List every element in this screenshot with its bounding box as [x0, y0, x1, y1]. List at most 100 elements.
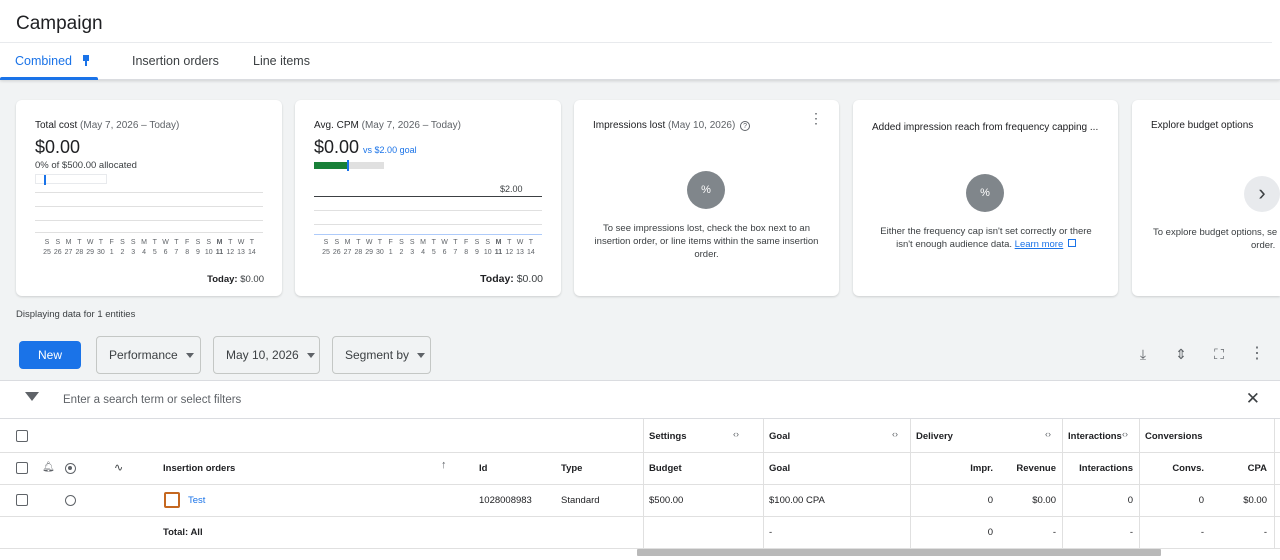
card-date-range: (May 7, 2026 – Today): [361, 120, 461, 131]
tick-date: 29: [365, 249, 374, 256]
row-type: Standard: [561, 495, 600, 506]
page-header: Campaign Combined Insertion orders Line …: [0, 0, 1280, 80]
total-cost-card[interactable]: Total cost (May 7, 2026 – Today) $0.00 0…: [16, 100, 282, 296]
avg-cpm-card[interactable]: Avg. CPM (May 7, 2026 – Today) $0.00 vs $…: [295, 100, 561, 296]
tick-day: F: [464, 239, 469, 246]
axis-tick-label: T 28: [74, 238, 84, 258]
col-type[interactable]: Type: [561, 463, 582, 474]
col-id[interactable]: Id: [479, 463, 487, 474]
frequency-capping-card[interactable]: Added impression reach from frequency ca…: [853, 100, 1118, 296]
axis-tick-label: T 30: [375, 238, 385, 258]
tick-date: 9: [195, 249, 200, 256]
tick-date: 3: [410, 249, 415, 256]
learn-more-link[interactable]: Learn more: [1015, 239, 1064, 250]
col-cpa[interactable]: CPA: [1214, 463, 1267, 474]
performance-dropdown[interactable]: Performance: [96, 336, 201, 374]
card-title-text: Avg. CPM: [314, 120, 359, 131]
tick-day: T: [174, 239, 179, 246]
today-value: Today: $0.00: [480, 273, 543, 285]
filter-icon[interactable]: [25, 392, 39, 401]
impressions-lost-card[interactable]: Impressions lost (May 10, 2026) ? ⋮ % To…: [574, 100, 839, 296]
search-input[interactable]: Enter a search term or select filters: [63, 394, 241, 406]
select-column-checkbox[interactable]: [16, 462, 28, 474]
total-cpa: -: [1263, 527, 1267, 538]
axis-tick-label: F8: [461, 238, 471, 258]
bell-icon[interactable]: 🔔︎: [42, 462, 55, 473]
divider: [0, 484, 1280, 485]
tick-date: 9: [474, 249, 479, 256]
carousel-next-button[interactable]: ›: [1244, 176, 1280, 212]
empty-state-message: To explore budget options, se order.: [1153, 226, 1280, 252]
tick-day: M: [216, 239, 223, 246]
tick-date: 12: [505, 249, 514, 256]
axis-tick-label: T5: [429, 238, 439, 258]
more-options-icon[interactable]: ⋮: [1247, 344, 1267, 364]
status-icon[interactable]: [65, 463, 76, 474]
col-convs[interactable]: Convs.: [1145, 463, 1204, 474]
col-budget[interactable]: Budget: [649, 463, 682, 474]
more-options-icon[interactable]: ⋮: [809, 111, 823, 125]
budget-message-2: order.: [1251, 240, 1276, 251]
horizontal-scrollbar[interactable]: [637, 549, 1161, 556]
card-date-range: (May 7, 2026 – Today): [80, 120, 180, 131]
tick-day: M: [420, 239, 426, 246]
budget-allocated-note: 0% of $500.00 allocated: [35, 160, 137, 171]
segment-by-dropdown[interactable]: Segment by: [332, 336, 431, 374]
today-label: Today:: [480, 273, 514, 285]
tab-line-items[interactable]: Line items: [253, 54, 310, 68]
col-interactions[interactable]: Interactions: [1068, 463, 1133, 474]
group-settings: Settings: [649, 431, 687, 442]
expand-delivery-icon[interactable]: ‹›: [1045, 429, 1051, 439]
trend-icon[interactable]: ∿: [114, 461, 123, 474]
expand-interactions-icon[interactable]: ‹›: [1122, 429, 1128, 439]
tick-day: S: [323, 239, 329, 246]
axis-tick-label: W 13: [236, 238, 246, 258]
date-range-dropdown[interactable]: May 10, 2026: [213, 336, 320, 374]
col-impr[interactable]: Impr.: [930, 463, 993, 474]
row-impr: 0: [987, 495, 993, 506]
budget-message: To explore budget options, se: [1153, 227, 1278, 238]
tick-date: 6: [442, 249, 447, 256]
chart-axis-ticks: S 25 S 26 M 27 T 28 W 29 T 30 F 1 S 2 S 3 M 4 T 5 W 6 T 7 F 8 S 9 S 10 M…: [321, 238, 536, 258]
chevron-down-icon: [306, 353, 315, 359]
cpm-value: $0.00: [314, 137, 360, 157]
axis-tick-label: M 27: [64, 238, 74, 258]
tab-insertion-orders[interactable]: Insertion orders: [132, 54, 219, 68]
axis-tick-label: T7: [450, 238, 460, 258]
expand-settings-icon[interactable]: ‹›: [733, 429, 739, 439]
today-label: Today:: [207, 274, 238, 285]
column-separator: [643, 419, 644, 549]
row-checkbox[interactable]: [16, 494, 28, 506]
row-name-link[interactable]: Test: [188, 495, 205, 506]
tick-day: T: [528, 239, 533, 246]
today-amount: $0.00: [240, 274, 264, 285]
percent-icon: %: [687, 171, 725, 209]
help-icon[interactable]: ?: [740, 121, 751, 131]
col-revenue[interactable]: Revenue: [996, 463, 1056, 474]
axis-tick-label: T 12: [504, 238, 514, 258]
pin-icon[interactable]: [82, 55, 90, 66]
row-status-icon[interactable]: [65, 495, 76, 506]
tick-date: 11: [215, 249, 224, 256]
tick-day: T: [98, 239, 104, 246]
group-goal: Goal: [769, 431, 791, 442]
expand-rows-icon[interactable]: ⇕: [1171, 344, 1191, 364]
column-separator: [1274, 419, 1275, 549]
axis-tick-label: S3: [128, 238, 138, 258]
tick-date: 11: [494, 249, 503, 256]
tab-combined[interactable]: Combined: [15, 54, 90, 68]
explore-budget-card[interactable]: Explore budget options To explore budget…: [1132, 100, 1280, 296]
close-icon[interactable]: ✕: [1246, 390, 1260, 407]
col-insertion-orders[interactable]: Insertion orders: [163, 463, 235, 474]
new-button[interactable]: New: [19, 341, 81, 369]
select-all-checkbox[interactable]: [16, 430, 28, 442]
sort-ascending-icon[interactable]: ↑: [441, 459, 447, 471]
card-title-text: Impressions lost: [593, 120, 666, 131]
download-icon[interactable]: ⤓: [1133, 344, 1153, 364]
external-link-icon[interactable]: [1067, 239, 1076, 247]
tick-date: 6: [163, 249, 168, 256]
expand-goal-icon[interactable]: ‹›: [892, 429, 898, 439]
fullscreen-icon[interactable]: ⛶: [1209, 344, 1229, 364]
insertion-order-icon: [164, 492, 180, 508]
col-goal[interactable]: Goal: [769, 463, 790, 474]
